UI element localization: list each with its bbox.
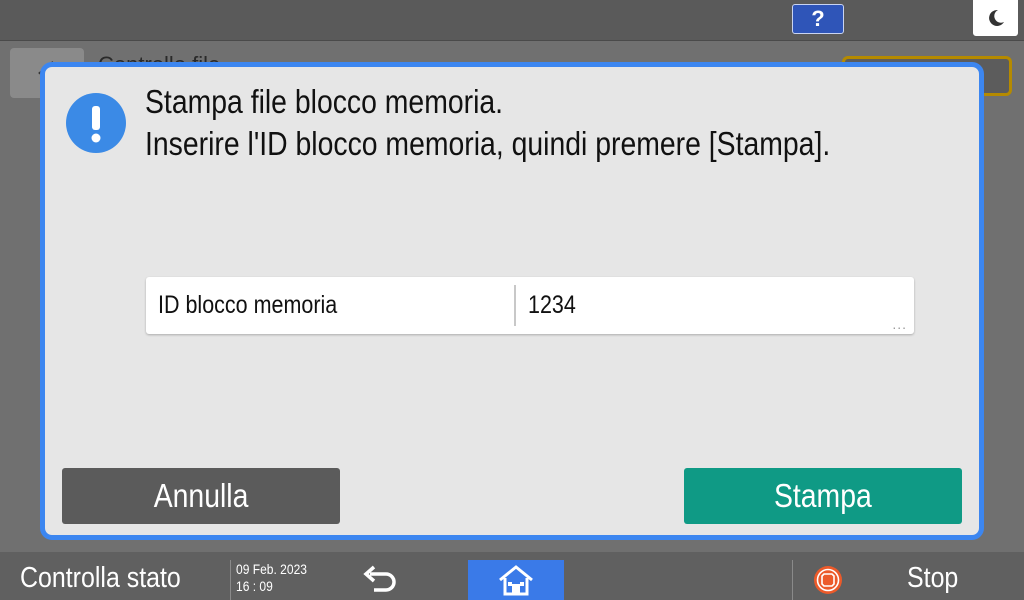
night-mode-button[interactable] xyxy=(973,0,1018,36)
date: 09 Feb. 2023 xyxy=(236,561,307,577)
stop-button[interactable]: Stop xyxy=(907,552,958,600)
bottom-bar: Controlla stato 09 Feb. 2023 16 : 09 Sto… xyxy=(0,552,1024,600)
dialog-message: Stampa file blocco memoria. Inserire l'I… xyxy=(145,81,833,165)
moon-icon xyxy=(988,9,1004,26)
dialog-message-line1: Stampa file blocco memoria. xyxy=(145,83,504,120)
home-icon xyxy=(499,565,533,596)
undo-arrow-icon xyxy=(363,565,396,592)
print-button[interactable]: Stampa xyxy=(684,468,962,524)
date-time: 09 Feb. 2023 16 : 09 xyxy=(236,561,307,595)
top-bar: ? xyxy=(0,0,1024,41)
locked-print-id-label: ID blocco memoria xyxy=(158,291,338,319)
exclamation-icon xyxy=(66,93,126,153)
cancel-button-label: Annulla xyxy=(153,477,249,514)
print-button-label: Stampa xyxy=(774,477,872,514)
home-button[interactable] xyxy=(468,560,564,600)
check-status-button[interactable]: Controlla stato xyxy=(20,552,181,600)
time: 16 : 09 xyxy=(236,578,273,594)
locked-print-id-field[interactable]: ID blocco memoria 1234 ... xyxy=(146,277,914,334)
print-locked-file-dialog: Stampa file blocco memoria. Inserire l'I… xyxy=(40,62,984,540)
more-icon: ... xyxy=(892,316,907,332)
cancel-button[interactable]: Annulla xyxy=(62,468,340,524)
field-divider xyxy=(514,285,516,326)
locked-print-id-value[interactable]: 1234 xyxy=(528,277,576,334)
divider xyxy=(230,560,231,600)
stop-icon[interactable] xyxy=(813,565,843,595)
dialog-message-line2: Inserire l'ID blocco memoria, quindi pre… xyxy=(145,125,831,162)
back-button[interactable] xyxy=(360,562,400,596)
help-button[interactable]: ? xyxy=(792,4,844,34)
divider xyxy=(792,560,793,600)
